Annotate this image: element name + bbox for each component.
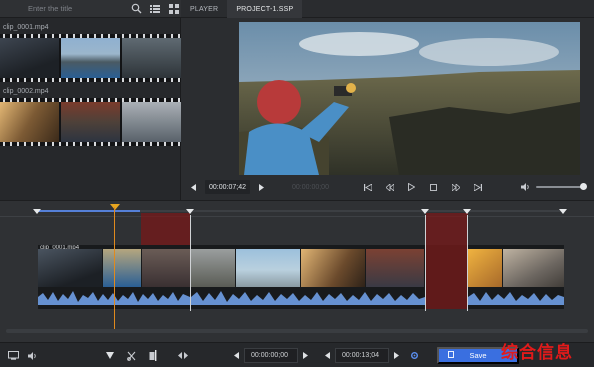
- next-frame-icon[interactable]: [250, 179, 272, 195]
- frame-thumbnail: [142, 249, 190, 287]
- timeline-marker[interactable]: [559, 209, 567, 214]
- watermark-text: 综合信息: [501, 343, 573, 363]
- video-frame-image: [239, 22, 580, 175]
- timeline-clip-3[interactable]: [468, 245, 564, 309]
- frame-thumbnail: [503, 249, 564, 287]
- media-library-panel: clip_0001.mp4 clip_0002.mp4: [0, 0, 181, 200]
- frame-thumbnail: [38, 249, 102, 287]
- timeline-marker[interactable]: [463, 209, 471, 214]
- clip-frames: [0, 102, 181, 142]
- player-controls: 00:00:07;42 00:00:00;00: [181, 178, 594, 196]
- clip-boundary: [467, 215, 468, 311]
- marker-down-icon[interactable]: [103, 348, 117, 363]
- audio-waveform: [191, 291, 425, 305]
- frame-thumbnail: [0, 102, 59, 142]
- gear-icon[interactable]: [407, 348, 421, 363]
- tab-player[interactable]: PLAYER: [181, 0, 227, 18]
- in-point-next-icon[interactable]: [298, 348, 312, 363]
- clip-label-1: clip_0001.mp4: [3, 24, 49, 31]
- step-forward-icon[interactable]: [445, 179, 467, 195]
- frame-thumbnail: [122, 38, 181, 78]
- current-timecode[interactable]: 00:00:07;42: [205, 180, 250, 194]
- play-icon[interactable]: [401, 179, 423, 195]
- clip-label-2: clip_0002.mp4: [3, 88, 49, 95]
- clip-boundary: [190, 215, 191, 311]
- in-point-prev-icon[interactable]: [230, 348, 244, 363]
- clip-split-icon[interactable]: [146, 348, 160, 363]
- timeline-marker[interactable]: [186, 209, 194, 214]
- timeline-clip-2[interactable]: [191, 245, 425, 309]
- frame-thumbnail: [366, 249, 424, 287]
- timeline-scrollbar[interactable]: [6, 329, 588, 333]
- go-to-end-icon[interactable]: [467, 179, 489, 195]
- clip-frames: [0, 38, 181, 78]
- search-bar: [0, 0, 181, 18]
- frame-thumbnail: [122, 102, 181, 142]
- timeline-ruler[interactable]: [0, 207, 594, 217]
- volume-slider[interactable]: [536, 183, 587, 190]
- frame-thumbnail: [191, 249, 235, 287]
- previous-frame-icon[interactable]: [183, 179, 205, 195]
- duration-timecode: 00:00:00;00: [291, 183, 329, 191]
- trim-icon[interactable]: [176, 348, 190, 363]
- clip-boundary: [425, 215, 426, 311]
- playhead-line[interactable]: [114, 207, 115, 333]
- ruler-ticks: [38, 210, 564, 212]
- frame-thumbnail: [61, 102, 120, 142]
- selected-region[interactable]: [426, 213, 468, 309]
- volume-icon[interactable]: [515, 179, 537, 195]
- frame-thumbnail: [61, 38, 120, 78]
- clip-thumbnails: [191, 249, 424, 287]
- clip-thumbnail-strip-1[interactable]: [0, 34, 181, 82]
- clip-thumbnails: [468, 249, 564, 287]
- audio-waveform: [468, 292, 564, 305]
- player-panel: 00:00:07;42 00:00:00;00: [181, 18, 594, 198]
- timeline-marker[interactable]: [33, 209, 41, 214]
- search-icon[interactable]: [129, 0, 144, 18]
- timeline-marker[interactable]: [421, 209, 429, 214]
- stop-icon[interactable]: [423, 179, 445, 195]
- frame-thumbnail: [468, 249, 502, 287]
- step-back-icon[interactable]: [379, 179, 401, 195]
- tab-project[interactable]: PROJECT-1.SSP: [227, 0, 303, 18]
- out-timecode-field[interactable]: 00:00:13;04: [335, 348, 389, 363]
- video-editor-app: clip_0001.mp4 clip_0002.mp4 PLAYER PROJE…: [0, 0, 594, 367]
- clip-thumbnail-strip-2[interactable]: [0, 98, 181, 146]
- playhead-handle[interactable]: [110, 204, 120, 210]
- speaker-icon[interactable]: [26, 348, 40, 363]
- go-to-start-icon[interactable]: [357, 179, 379, 195]
- save-disk-icon: [448, 351, 454, 360]
- grid-view-icon[interactable]: [166, 0, 181, 18]
- timeline-panel: clip_0001.mp4: [0, 200, 594, 342]
- search-input[interactable]: [28, 1, 125, 16]
- volume-slider-knob[interactable]: [580, 183, 587, 190]
- frame-thumbnail: [103, 249, 141, 287]
- list-view-icon[interactable]: [148, 0, 163, 18]
- film-sprockets: [0, 142, 181, 146]
- in-timecode-field[interactable]: 00:00:00;00: [244, 348, 298, 363]
- film-sprockets: [0, 78, 181, 82]
- frame-thumbnail: [0, 38, 59, 78]
- frame-thumbnail: [236, 249, 300, 287]
- frame-thumbnail: [301, 249, 365, 287]
- razor-icon[interactable]: [124, 348, 138, 363]
- out-point-prev-icon[interactable]: [321, 348, 335, 363]
- save-button-label: Save: [469, 351, 487, 360]
- video-preview[interactable]: [239, 22, 580, 175]
- monitor-icon[interactable]: [6, 348, 20, 363]
- out-point-next-icon[interactable]: [389, 348, 403, 363]
- tab-bar: PLAYER PROJECT-1.SSP: [181, 0, 594, 18]
